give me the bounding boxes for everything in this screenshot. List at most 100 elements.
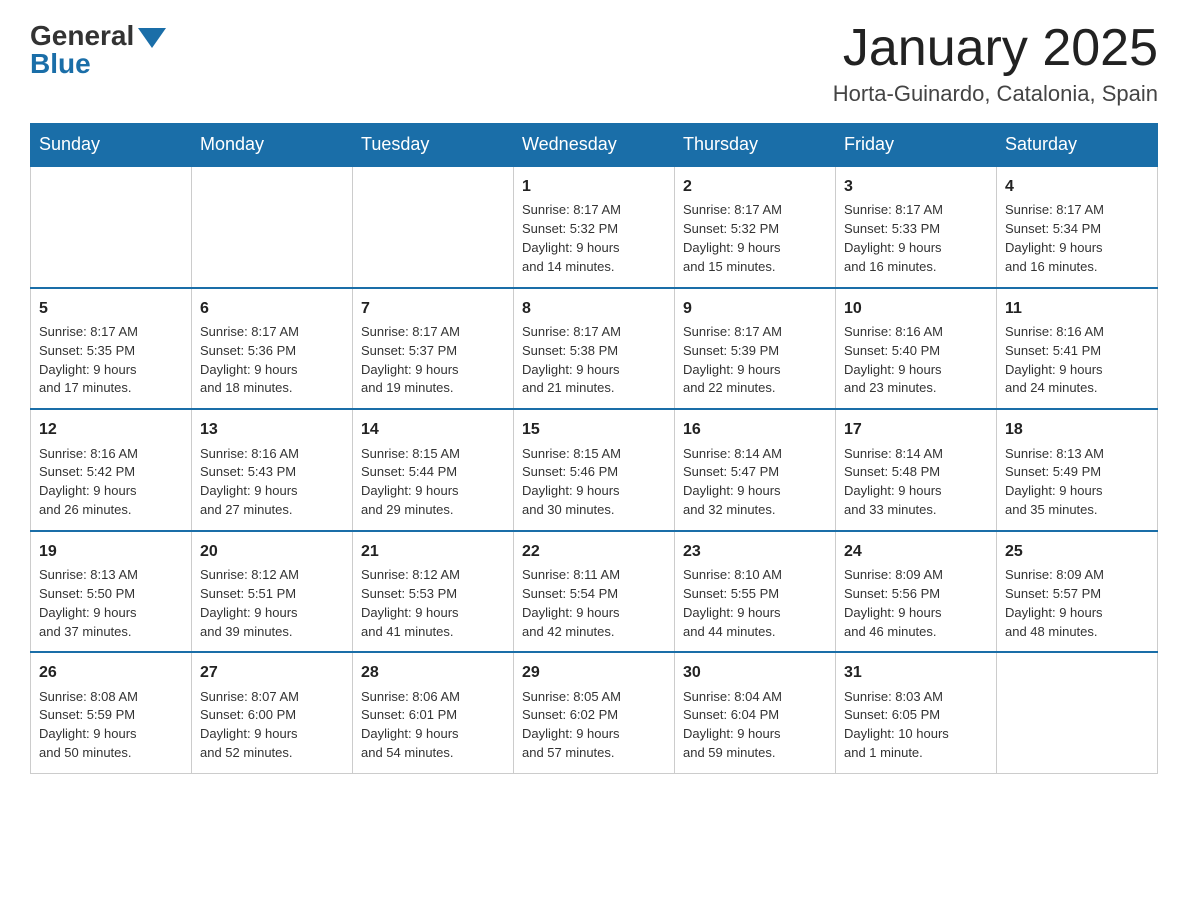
- day-cell-11: 11 Sunrise: 8:16 AMSunset: 5:41 PMDayligh…: [997, 288, 1158, 410]
- day-number: 29: [522, 661, 666, 684]
- day-cell-19: 19 Sunrise: 8:13 AMSunset: 5:50 PMDayligh…: [31, 531, 192, 653]
- day-cell-12: 12 Sunrise: 8:16 AMSunset: 5:42 PMDayligh…: [31, 409, 192, 531]
- day-cell-16: 16 Sunrise: 8:14 AMSunset: 5:47 PMDayligh…: [675, 409, 836, 531]
- week-row-2: 5 Sunrise: 8:17 AMSunset: 5:35 PMDaylight…: [31, 288, 1158, 410]
- day-number: 4: [1005, 175, 1149, 198]
- day-cell-18: 18 Sunrise: 8:13 AMSunset: 5:49 PMDayligh…: [997, 409, 1158, 531]
- location-subtitle: Horta-Guinardo, Catalonia, Spain: [833, 81, 1158, 107]
- day-info: Sunrise: 8:08 AMSunset: 5:59 PMDaylight:…: [39, 688, 183, 763]
- week-row-4: 19 Sunrise: 8:13 AMSunset: 5:50 PMDayligh…: [31, 531, 1158, 653]
- day-number: 31: [844, 661, 988, 684]
- calendar-table: SundayMondayTuesdayWednesdayThursdayFrid…: [30, 123, 1158, 774]
- day-cell-30: 30 Sunrise: 8:04 AMSunset: 6:04 PMDayligh…: [675, 652, 836, 773]
- weekday-header-sunday: Sunday: [31, 124, 192, 167]
- empty-cell: [192, 166, 353, 288]
- week-row-1: 1 Sunrise: 8:17 AMSunset: 5:32 PMDaylight…: [31, 166, 1158, 288]
- day-info: Sunrise: 8:16 AMSunset: 5:43 PMDaylight:…: [200, 445, 344, 520]
- page-header: General Blue January 2025 Horta-Guinardo…: [30, 20, 1158, 107]
- day-cell-24: 24Sunrise: 8:09 AMSunset: 5:56 PMDayligh…: [836, 531, 997, 653]
- day-number: 5: [39, 297, 183, 320]
- day-cell-20: 20Sunrise: 8:12 AMSunset: 5:51 PMDayligh…: [192, 531, 353, 653]
- day-cell-22: 22 Sunrise: 8:11 AMSunset: 5:54 PMDayligh…: [514, 531, 675, 653]
- day-number: 26: [39, 661, 183, 684]
- day-info: Sunrise: 8:13 AMSunset: 5:50 PMDaylight:…: [39, 566, 183, 641]
- day-cell-28: 28 Sunrise: 8:06 AMSunset: 6:01 PMDayligh…: [353, 652, 514, 773]
- weekday-header-monday: Monday: [192, 124, 353, 167]
- day-number: 24: [844, 540, 988, 563]
- day-number: 30: [683, 661, 827, 684]
- day-cell-23: 23Sunrise: 8:10 AMSunset: 5:55 PMDayligh…: [675, 531, 836, 653]
- weekday-header-tuesday: Tuesday: [353, 124, 514, 167]
- week-row-5: 26 Sunrise: 8:08 AMSunset: 5:59 PMDayligh…: [31, 652, 1158, 773]
- day-cell-13: 13 Sunrise: 8:16 AMSunset: 5:43 PMDayligh…: [192, 409, 353, 531]
- day-cell-8: 8Sunrise: 8:17 AMSunset: 5:38 PMDaylight…: [514, 288, 675, 410]
- day-cell-9: 9Sunrise: 8:17 AMSunset: 5:39 PMDaylight…: [675, 288, 836, 410]
- day-cell-27: 27Sunrise: 8:07 AMSunset: 6:00 PMDayligh…: [192, 652, 353, 773]
- day-number: 17: [844, 418, 988, 441]
- day-info: Sunrise: 8:03 AMSunset: 6:05 PMDaylight:…: [844, 688, 988, 763]
- day-info: Sunrise: 8:12 AMSunset: 5:53 PMDaylight:…: [361, 566, 505, 641]
- logo-triangle-icon: [138, 28, 166, 48]
- weekday-header-thursday: Thursday: [675, 124, 836, 167]
- day-info: Sunrise: 8:17 AMSunset: 5:35 PMDaylight:…: [39, 323, 183, 398]
- day-cell-29: 29 Sunrise: 8:05 AMSunset: 6:02 PMDayligh…: [514, 652, 675, 773]
- week-row-3: 12 Sunrise: 8:16 AMSunset: 5:42 PMDayligh…: [31, 409, 1158, 531]
- day-info: Sunrise: 8:15 AMSunset: 5:46 PMDaylight:…: [522, 445, 666, 520]
- day-number: 2: [683, 175, 827, 198]
- day-info: Sunrise: 8:17 AMSunset: 5:33 PMDaylight:…: [844, 201, 988, 276]
- day-info: Sunrise: 8:17 AMSunset: 5:32 PMDaylight:…: [683, 201, 827, 276]
- day-number: 16: [683, 418, 827, 441]
- day-info: Sunrise: 8:17 AMSunset: 5:36 PMDaylight:…: [200, 323, 344, 398]
- day-info: Sunrise: 8:14 AMSunset: 5:47 PMDaylight:…: [683, 445, 827, 520]
- day-number: 28: [361, 661, 505, 684]
- day-cell-31: 31 Sunrise: 8:03 AMSunset: 6:05 PMDayligh…: [836, 652, 997, 773]
- day-cell-10: 10 Sunrise: 8:16 AMSunset: 5:40 PMDayligh…: [836, 288, 997, 410]
- day-cell-17: 17Sunrise: 8:14 AMSunset: 5:48 PMDayligh…: [836, 409, 997, 531]
- day-number: 23: [683, 540, 827, 563]
- day-cell-5: 5 Sunrise: 8:17 AMSunset: 5:35 PMDaylight…: [31, 288, 192, 410]
- day-info: Sunrise: 8:04 AMSunset: 6:04 PMDaylight:…: [683, 688, 827, 763]
- weekday-header-wednesday: Wednesday: [514, 124, 675, 167]
- day-number: 1: [522, 175, 666, 198]
- day-number: 13: [200, 418, 344, 441]
- weekday-header-saturday: Saturday: [997, 124, 1158, 167]
- day-number: 19: [39, 540, 183, 563]
- day-info: Sunrise: 8:16 AMSunset: 5:40 PMDaylight:…: [844, 323, 988, 398]
- day-cell-7: 7Sunrise: 8:17 AMSunset: 5:37 PMDaylight…: [353, 288, 514, 410]
- logo: General Blue: [30, 20, 166, 80]
- day-number: 21: [361, 540, 505, 563]
- day-info: Sunrise: 8:09 AMSunset: 5:57 PMDaylight:…: [1005, 566, 1149, 641]
- logo-blue-text: Blue: [30, 48, 91, 80]
- day-number: 18: [1005, 418, 1149, 441]
- day-number: 12: [39, 418, 183, 441]
- day-number: 9: [683, 297, 827, 320]
- day-info: Sunrise: 8:17 AMSunset: 5:34 PMDaylight:…: [1005, 201, 1149, 276]
- day-info: Sunrise: 8:16 AMSunset: 5:41 PMDaylight:…: [1005, 323, 1149, 398]
- day-cell-15: 15 Sunrise: 8:15 AMSunset: 5:46 PMDayligh…: [514, 409, 675, 531]
- day-info: Sunrise: 8:06 AMSunset: 6:01 PMDaylight:…: [361, 688, 505, 763]
- empty-cell: [997, 652, 1158, 773]
- day-cell-1: 1 Sunrise: 8:17 AMSunset: 5:32 PMDaylight…: [514, 166, 675, 288]
- day-cell-2: 2 Sunrise: 8:17 AMSunset: 5:32 PMDaylight…: [675, 166, 836, 288]
- day-info: Sunrise: 8:13 AMSunset: 5:49 PMDaylight:…: [1005, 445, 1149, 520]
- weekday-header-row: SundayMondayTuesdayWednesdayThursdayFrid…: [31, 124, 1158, 167]
- day-cell-4: 4 Sunrise: 8:17 AMSunset: 5:34 PMDaylight…: [997, 166, 1158, 288]
- day-cell-3: 3 Sunrise: 8:17 AMSunset: 5:33 PMDaylight…: [836, 166, 997, 288]
- day-number: 3: [844, 175, 988, 198]
- day-number: 22: [522, 540, 666, 563]
- weekday-header-friday: Friday: [836, 124, 997, 167]
- day-info: Sunrise: 8:11 AMSunset: 5:54 PMDaylight:…: [522, 566, 666, 641]
- day-number: 7: [361, 297, 505, 320]
- day-number: 20: [200, 540, 344, 563]
- day-number: 14: [361, 418, 505, 441]
- day-number: 15: [522, 418, 666, 441]
- day-cell-26: 26 Sunrise: 8:08 AMSunset: 5:59 PMDayligh…: [31, 652, 192, 773]
- day-cell-6: 6Sunrise: 8:17 AMSunset: 5:36 PMDaylight…: [192, 288, 353, 410]
- day-number: 10: [844, 297, 988, 320]
- day-number: 8: [522, 297, 666, 320]
- day-info: Sunrise: 8:05 AMSunset: 6:02 PMDaylight:…: [522, 688, 666, 763]
- day-number: 11: [1005, 297, 1149, 320]
- day-info: Sunrise: 8:17 AMSunset: 5:32 PMDaylight:…: [522, 201, 666, 276]
- day-number: 27: [200, 661, 344, 684]
- day-info: Sunrise: 8:16 AMSunset: 5:42 PMDaylight:…: [39, 445, 183, 520]
